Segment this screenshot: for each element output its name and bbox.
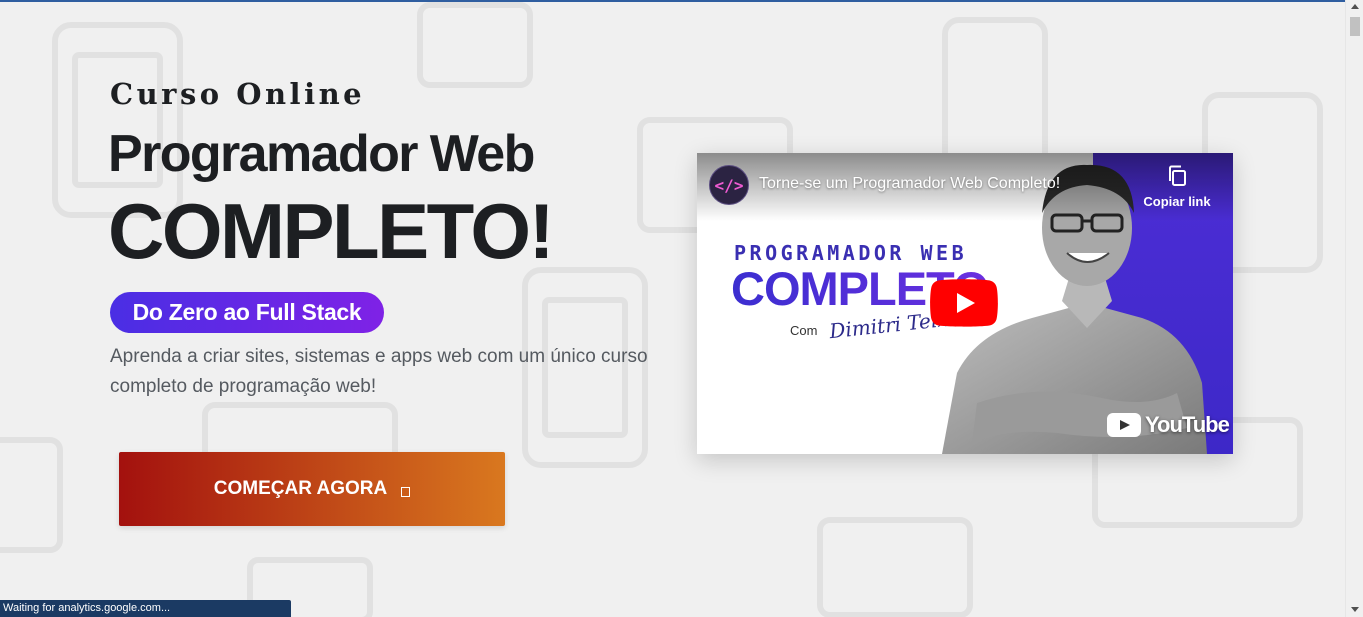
page-scrollbar[interactable] <box>1345 0 1363 617</box>
video-embed[interactable]: PROGRAMADOR WEB COMPLETO Com Dimitri Tei… <box>697 153 1233 454</box>
scroll-thumb[interactable] <box>1350 17 1360 36</box>
scroll-up-arrow-icon[interactable] <box>1351 4 1359 9</box>
copy-link-label: Copiar link <box>1143 194 1211 209</box>
youtube-wordmark: YouTube <box>1145 412 1230 437</box>
square-icon <box>401 487 411 497</box>
start-now-label: COMEÇAR AGORA <box>213 478 388 499</box>
video-title-link[interactable]: Torne-se um Programador Web Completo! <box>759 175 1060 193</box>
youtube-icon <box>1107 413 1141 437</box>
headline-line-1: Programador Web <box>108 125 535 183</box>
hero-section: Curso Online Programador Web COMPLETO! D… <box>108 0 670 617</box>
copy-icon <box>1169 165 1186 186</box>
start-now-button[interactable]: COMEÇAR AGORA <box>119 452 505 526</box>
hero-subtitle: Aprenda a criar sites, sistemas e apps w… <box>110 346 648 397</box>
headline-line-2: COMPLETO! <box>108 187 555 275</box>
channel-logo[interactable]: </> <box>709 165 749 205</box>
eyebrow-text: Curso Online <box>110 77 366 111</box>
copy-link-button[interactable]: Copiar link <box>1137 165 1217 211</box>
tagline-pill: Do Zero ao Full Stack <box>110 292 384 333</box>
play-button[interactable] <box>930 279 998 327</box>
thumbnail-with-text: Com <box>790 323 818 338</box>
browser-status-bar: Waiting for analytics.google.com... <box>0 600 291 617</box>
scroll-down-arrow-icon[interactable] <box>1351 607 1359 612</box>
youtube-logo[interactable]: YouTube <box>1107 411 1230 439</box>
